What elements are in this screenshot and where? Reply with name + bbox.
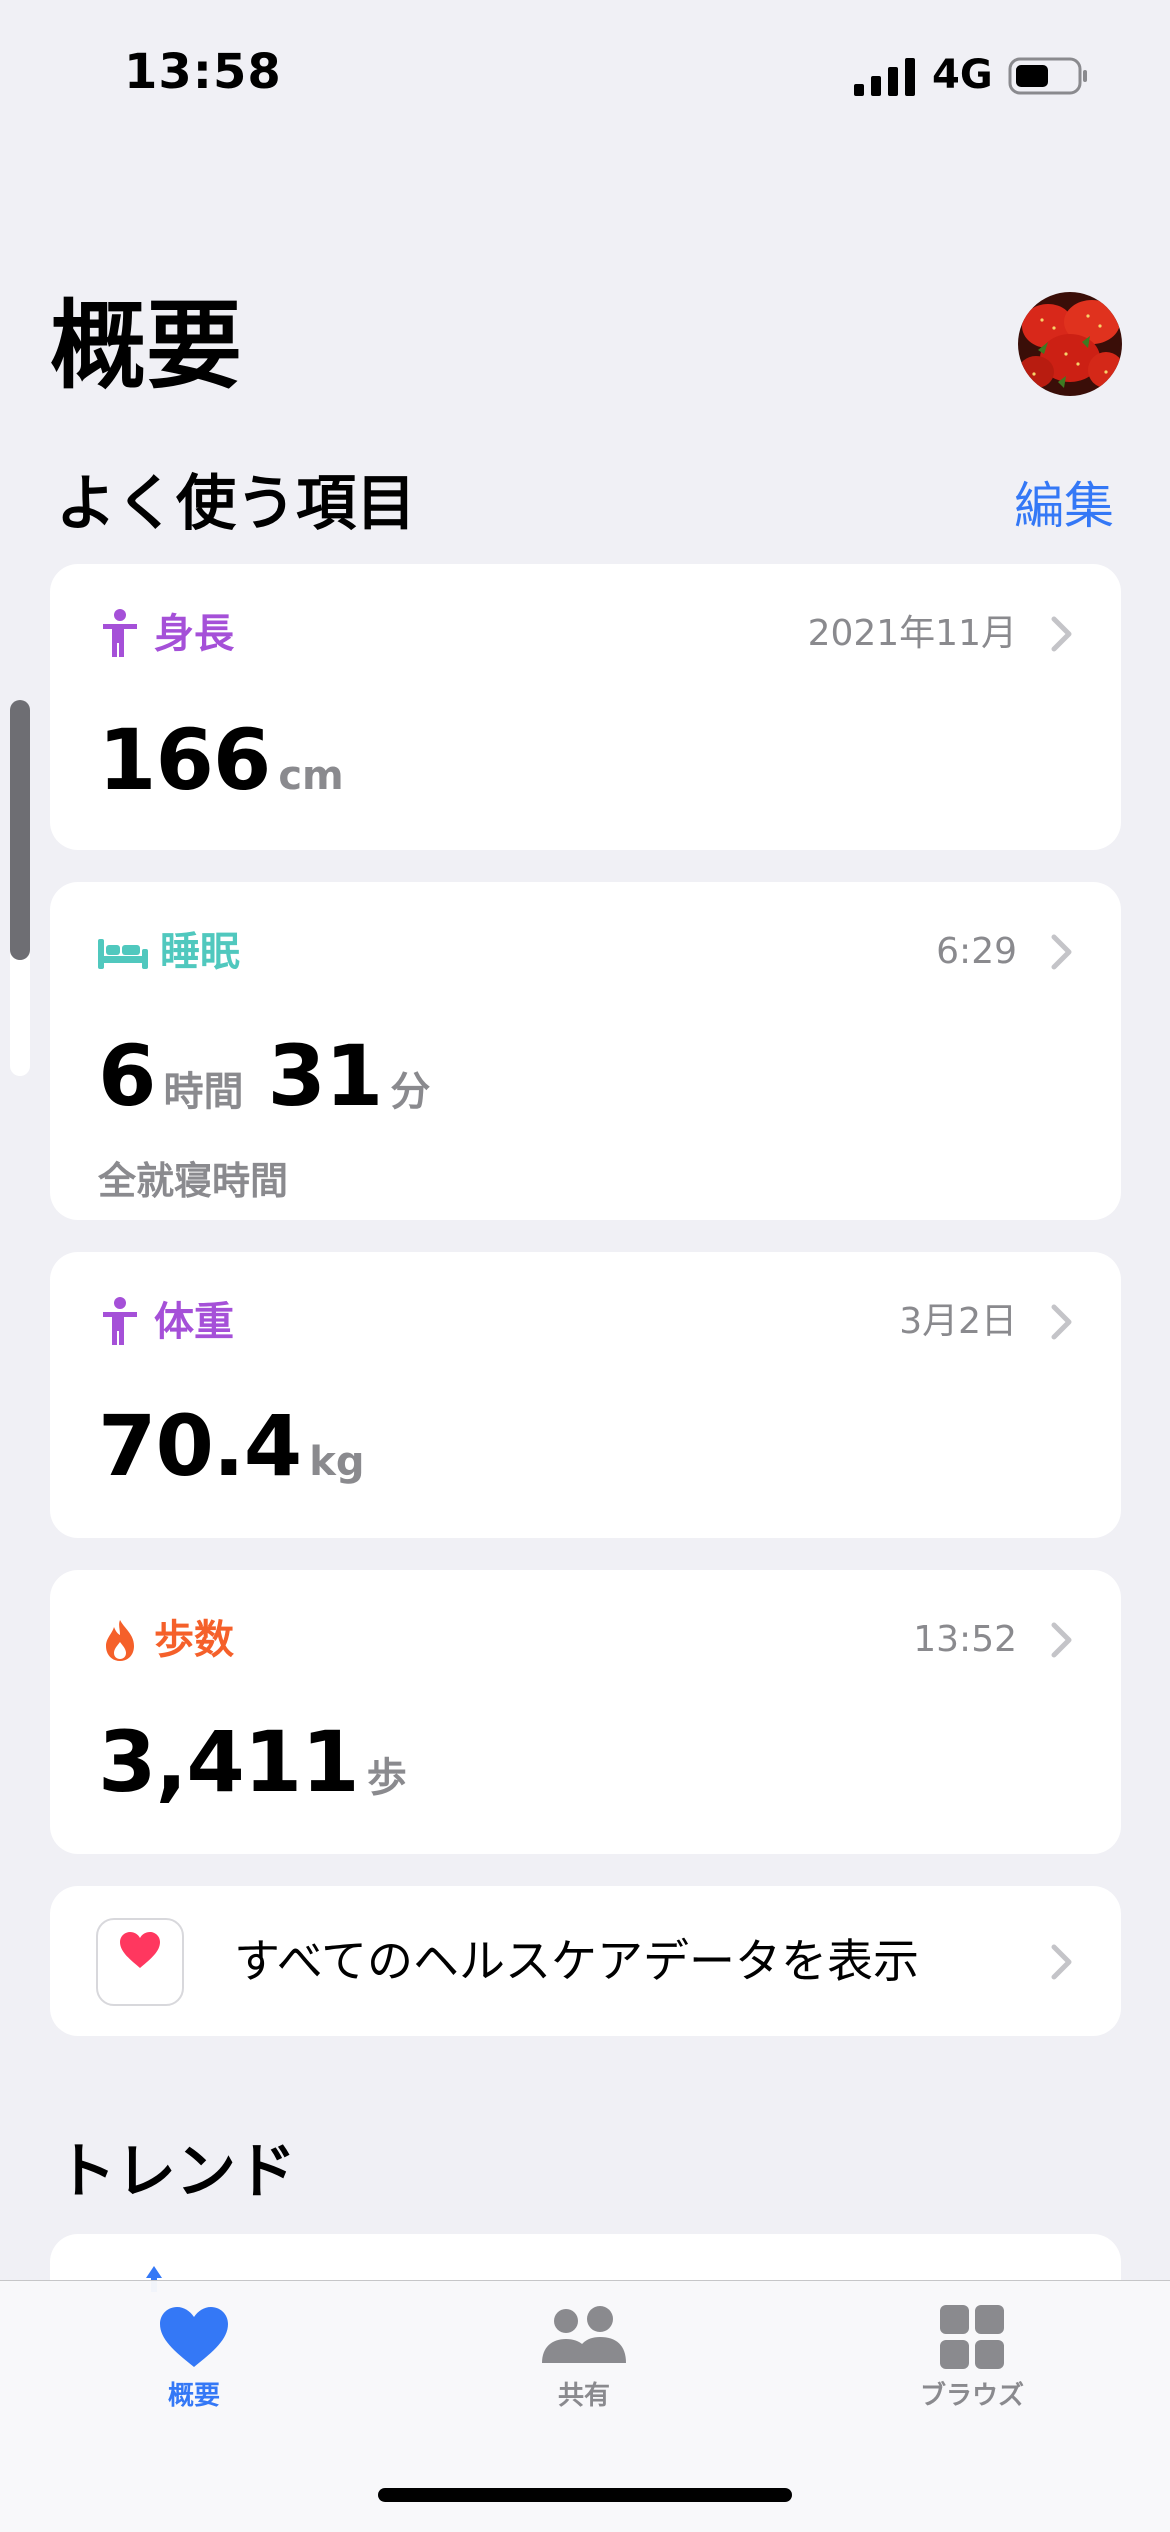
value-number: 3,411 xyxy=(98,1713,360,1811)
show-all-health-data-row[interactable]: すべてのヘルスケアデータを表示 xyxy=(50,1886,1121,2036)
scroll-indicator[interactable] xyxy=(10,700,30,1076)
value-unit: cm xyxy=(278,753,344,799)
card-date: 13:52 xyxy=(913,1619,1017,1660)
value-unit: 歩 xyxy=(366,1755,407,1801)
battery-icon xyxy=(1008,57,1087,95)
health-app-icon xyxy=(96,1918,184,2006)
tab-label: 共有 xyxy=(557,2381,610,2411)
tab-browse[interactable]: ブラウズ xyxy=(872,2305,1072,2412)
favorites-section-title: よく使う項目 xyxy=(56,469,416,539)
card-value: 166 cm xyxy=(98,712,344,808)
value-minutes: 31 xyxy=(267,1027,383,1125)
flame-icon xyxy=(98,1615,142,1665)
weight-card[interactable]: 体重 3月2日 70.4 kg xyxy=(50,1252,1121,1538)
tab-label: 概要 xyxy=(167,2381,220,2411)
tab-sharing[interactable]: 共有 xyxy=(484,2305,684,2412)
strawberry-avatar-icon xyxy=(1018,292,1122,396)
card-title: 身長 xyxy=(154,611,234,657)
people-icon xyxy=(542,2306,626,2363)
height-card[interactable]: 身長 2021年11月 166 cm xyxy=(50,564,1121,850)
bed-icon xyxy=(98,927,148,977)
edit-favorites-button[interactable]: 編集 xyxy=(1014,474,1114,538)
sleep-card[interactable]: 睡眠 6:29 6 時間 31 分 全就寝時間 xyxy=(50,882,1121,1220)
status-time: 13:58 xyxy=(124,44,282,100)
value-minutes-unit: 分 xyxy=(390,1069,431,1115)
chevron-right-icon xyxy=(1051,934,1072,970)
chevron-right-icon xyxy=(1051,1944,1072,1980)
card-title: 睡眠 xyxy=(160,929,240,975)
figure-icon xyxy=(98,1297,142,1347)
home-indicator[interactable] xyxy=(378,2488,792,2502)
health-app-screen: 13:58 4G 概要 よく使う項目 編集 身長 2021年11月 166 cm… xyxy=(0,0,1170,2532)
card-value: 3,411 歩 xyxy=(98,1714,407,1810)
network-type: 4G xyxy=(932,52,993,98)
card-value: 70.4 kg xyxy=(98,1398,365,1494)
card-header: 睡眠 xyxy=(98,922,240,982)
card-date: 6:29 xyxy=(936,931,1017,972)
card-header: 身長 xyxy=(98,604,234,664)
sleep-sub-label: 全就寝時間 xyxy=(98,1159,289,1203)
heart-icon xyxy=(120,1932,160,1968)
value-hours-unit: 時間 xyxy=(163,1069,244,1115)
card-header: 体重 xyxy=(98,1292,234,1352)
status-bar: 13:58 4G xyxy=(0,0,1170,150)
value-number: 70.4 xyxy=(98,1397,302,1495)
trends-section-title: トレンド xyxy=(56,2137,296,2207)
heart-icon xyxy=(160,2307,228,2367)
tab-summary[interactable]: 概要 xyxy=(94,2305,294,2412)
grid-icon xyxy=(940,2305,1004,2369)
scroll-thumb[interactable] xyxy=(10,700,30,960)
tab-label: ブラウズ xyxy=(919,2381,1024,2411)
profile-avatar[interactable] xyxy=(1018,292,1122,396)
chevron-right-icon xyxy=(1051,1304,1072,1340)
figure-icon xyxy=(98,609,142,659)
value-hours: 6 xyxy=(98,1027,156,1125)
card-value: 6 時間 31 分 xyxy=(98,1028,430,1124)
chevron-right-icon xyxy=(1051,1622,1072,1658)
value-unit: kg xyxy=(309,1439,365,1485)
value-number: 166 xyxy=(98,711,271,809)
all-data-label: すべてのヘルスケアデータを表示 xyxy=(234,1934,919,1988)
card-title: 歩数 xyxy=(154,1617,234,1663)
card-date: 3月2日 xyxy=(899,1301,1017,1342)
cellular-signal-icon xyxy=(854,58,915,96)
card-title: 体重 xyxy=(154,1299,234,1345)
card-date: 2021年11月 xyxy=(807,613,1017,654)
card-header: 歩数 xyxy=(98,1610,234,1670)
page-title: 概要 xyxy=(50,290,242,402)
chevron-right-icon xyxy=(1051,616,1072,652)
steps-card[interactable]: 歩数 13:52 3,411 歩 xyxy=(50,1570,1121,1854)
